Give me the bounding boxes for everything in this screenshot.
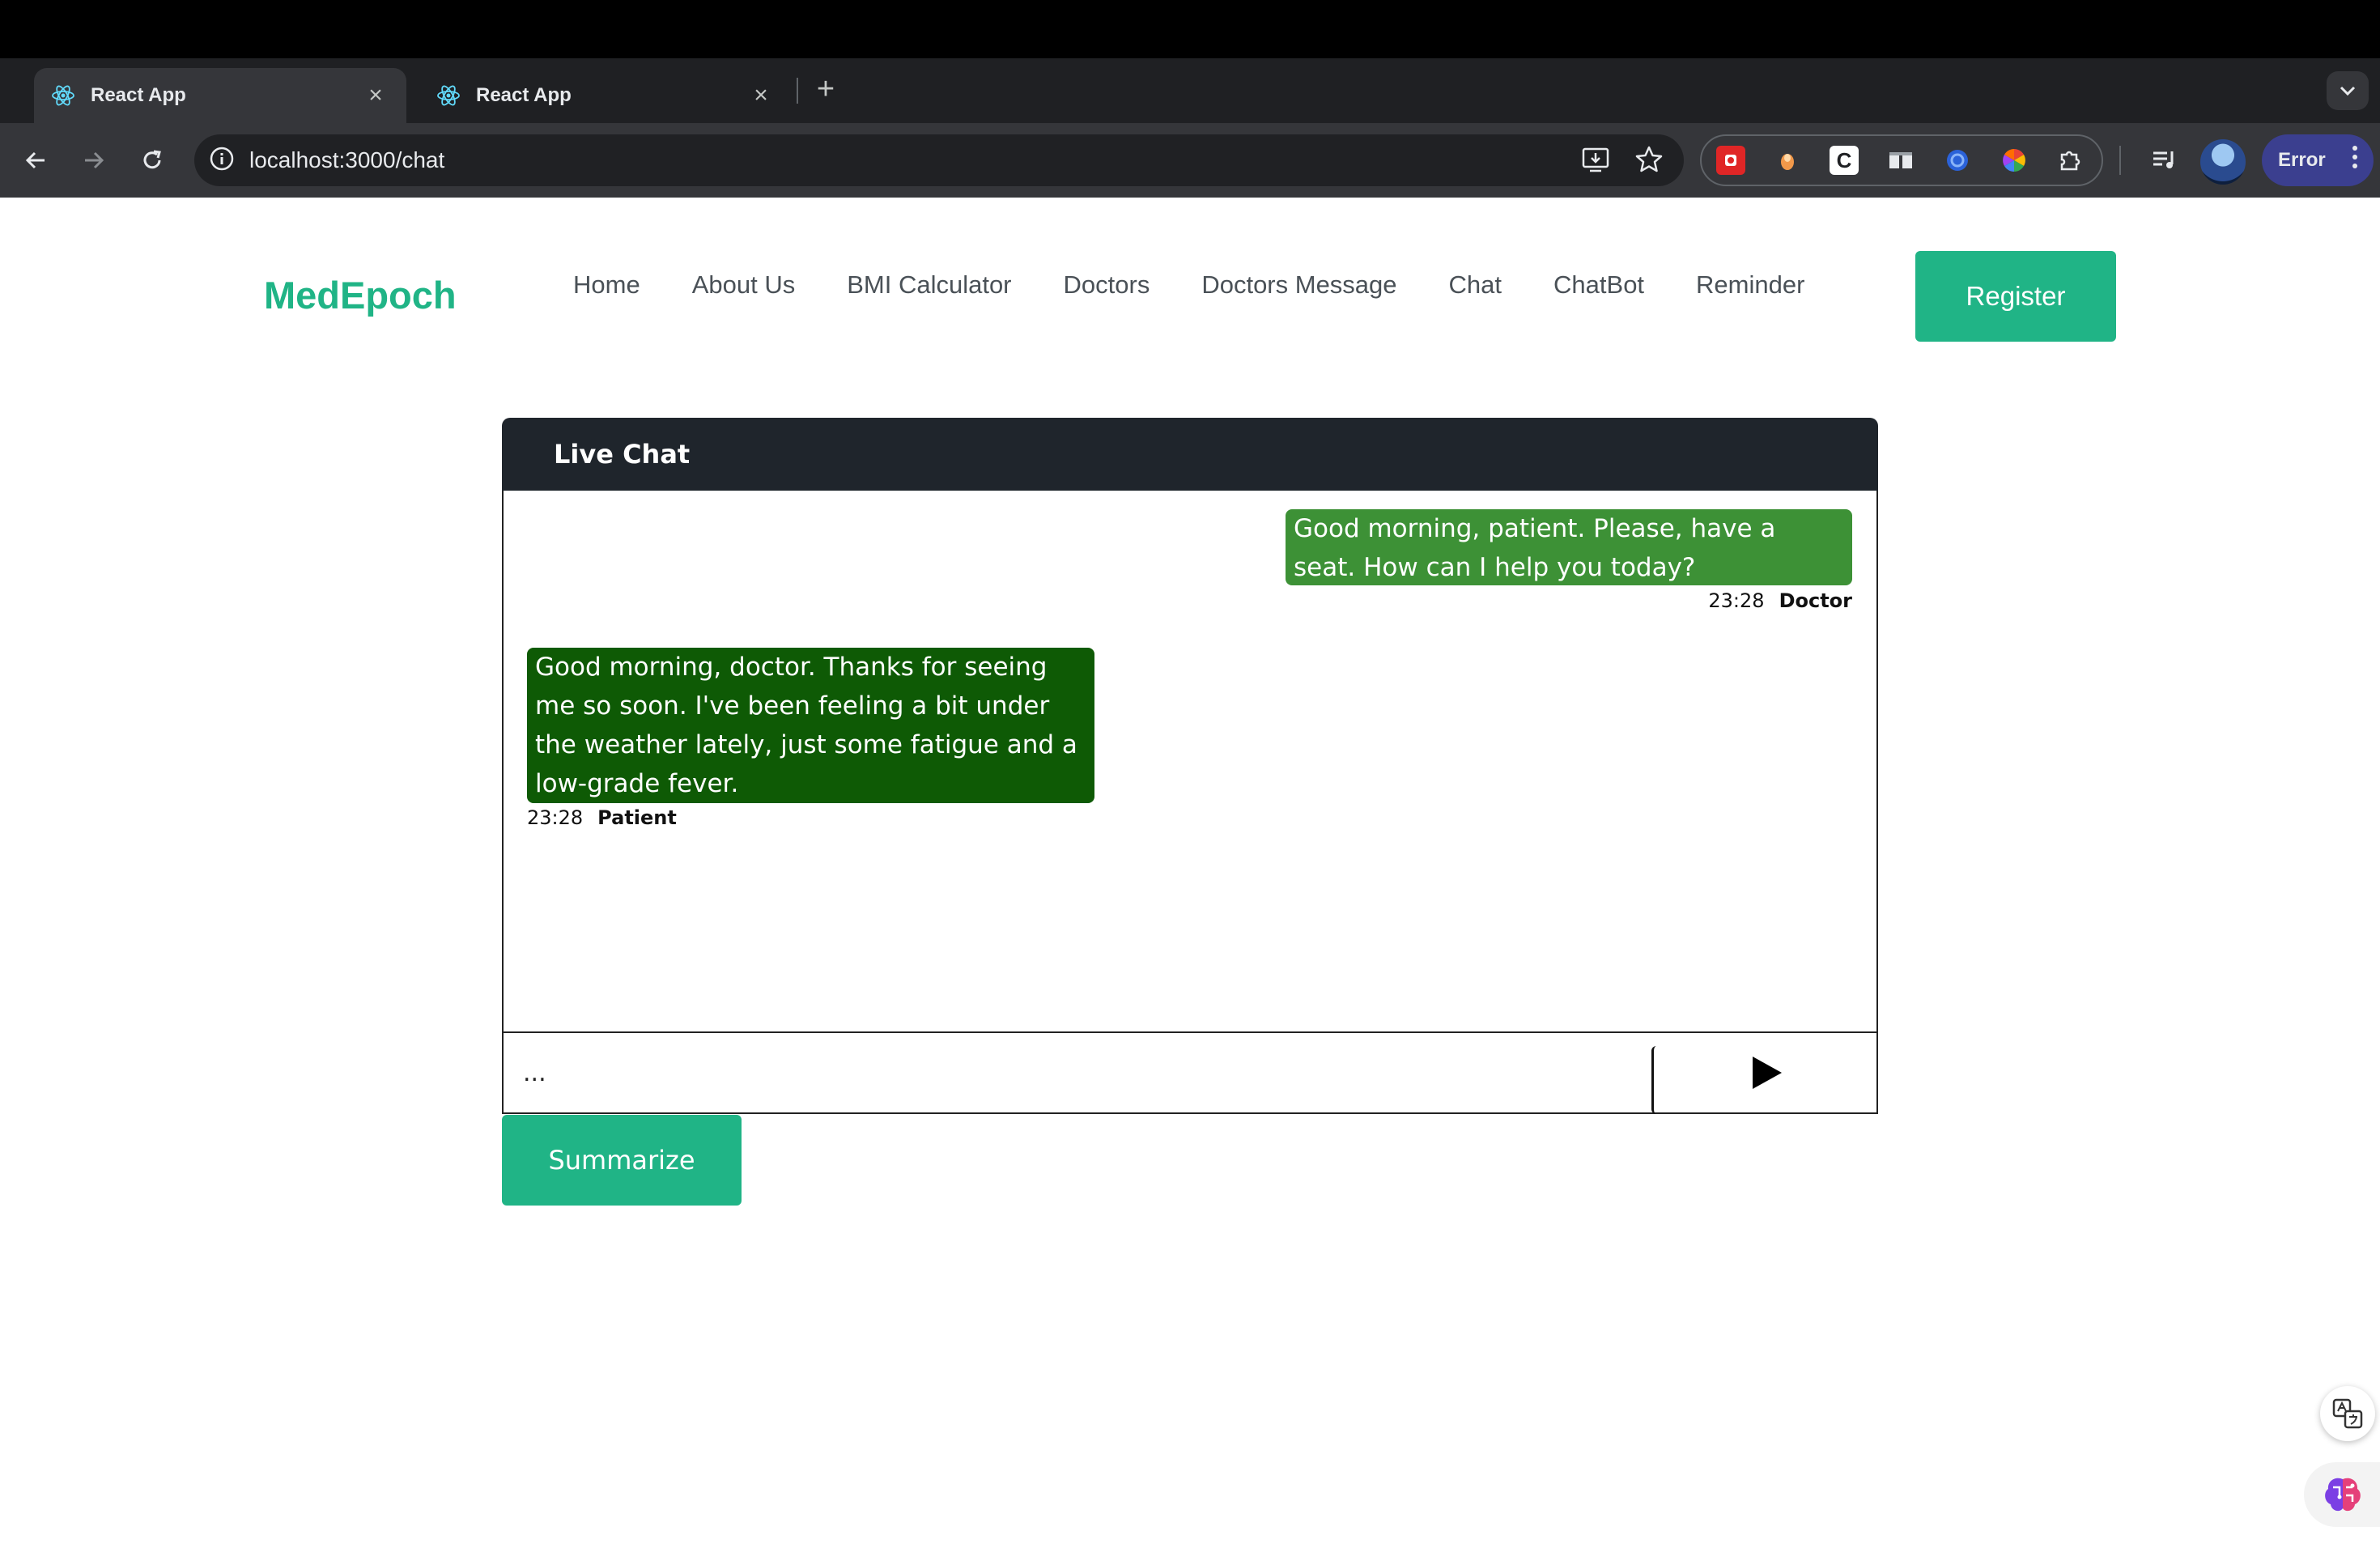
- register-button[interactable]: Register: [1915, 251, 2116, 342]
- forward-arrow-icon[interactable]: [74, 141, 113, 180]
- address-bar[interactable]: localhost:3000/chat: [194, 134, 1684, 186]
- react-icon: [434, 81, 463, 110]
- new-tab-icon[interactable]: +: [810, 72, 842, 106]
- profile-avatar[interactable]: [2200, 139, 2246, 185]
- message-input[interactable]: [504, 1033, 1651, 1112]
- record-extension-icon[interactable]: [1716, 146, 1745, 175]
- tab-title: React App: [91, 84, 186, 106]
- bookmark-star-icon[interactable]: [1634, 144, 1664, 179]
- react-icon: [49, 81, 78, 110]
- reader-extension-icon[interactable]: [1886, 146, 1915, 175]
- os-top-bar: [0, 0, 2380, 58]
- profile-error-label: Error: [2278, 149, 2326, 171]
- tab-close-icon[interactable]: ×: [361, 81, 390, 110]
- kebab-menu-icon[interactable]: [2352, 146, 2357, 168]
- browser-tab-2[interactable]: React App ×: [419, 68, 792, 123]
- chat-header: Live Chat: [502, 418, 1878, 491]
- honey-extension-icon[interactable]: [1773, 146, 1802, 175]
- c-extension-icon[interactable]: C: [1830, 146, 1859, 175]
- url-text: localhost:3000/chat: [249, 147, 445, 172]
- profile-error-button[interactable]: Error: [2262, 134, 2374, 186]
- translate-icon[interactable]: [2320, 1386, 2375, 1441]
- install-app-icon[interactable]: [1580, 144, 1611, 179]
- site-nav: Home About Us BMI Calculator Doctors Doc…: [573, 267, 1804, 303]
- browser-tab-1[interactable]: React App ×: [34, 68, 406, 123]
- message-time: 23:28: [1708, 589, 1765, 612]
- extensions-puzzle-icon[interactable]: [2056, 146, 2085, 175]
- nav-about-us[interactable]: About Us: [692, 270, 796, 300]
- doctor-message-bubble: Good morning, patient. Please, have a se…: [1286, 509, 1852, 585]
- nav-doctors-message[interactable]: Doctors Message: [1201, 270, 1396, 300]
- nav-chatbot[interactable]: ChatBot: [1553, 270, 1644, 300]
- site-logo[interactable]: MedEpoch: [264, 273, 457, 317]
- message-sender: Doctor: [1779, 589, 1852, 612]
- tab-search-chevron-icon[interactable]: [2327, 71, 2369, 110]
- patient-message-meta: 23:28 Patient: [527, 806, 677, 829]
- media-controls-icon[interactable]: [2145, 141, 2184, 180]
- extensions-group: C: [1700, 134, 2103, 186]
- send-button[interactable]: [1656, 1033, 1878, 1112]
- color-picker-extension-icon[interactable]: [2000, 146, 2029, 175]
- nav-reminder[interactable]: Reminder: [1696, 270, 1804, 300]
- nav-bmi-calculator[interactable]: BMI Calculator: [847, 270, 1011, 300]
- site-info-icon[interactable]: [209, 146, 235, 176]
- doctor-message-meta: 23:28 Doctor: [1708, 589, 1852, 612]
- back-arrow-icon[interactable]: [16, 141, 55, 180]
- message-sender: Patient: [597, 806, 677, 829]
- patient-message-bubble: Good morning, doctor. Thanks for seeing …: [527, 648, 1094, 803]
- tab-close-icon[interactable]: ×: [746, 81, 776, 110]
- play-triangle-icon: [1753, 1057, 1782, 1089]
- nav-home[interactable]: Home: [573, 270, 640, 300]
- chat-input-row: [502, 1031, 1878, 1114]
- target-extension-icon[interactable]: [1943, 146, 1972, 175]
- browser-toolbar: localhost:3000/chat C Error: [0, 123, 2380, 198]
- brain-icon[interactable]: [2304, 1462, 2380, 1527]
- browser-tabstrip: React App × React App ×: [0, 58, 2380, 123]
- message-time: 23:28: [527, 806, 584, 829]
- toolbar-separator: [2119, 146, 2121, 175]
- summarize-button[interactable]: Summarize: [502, 1115, 742, 1206]
- nav-doctors[interactable]: Doctors: [1064, 270, 1150, 300]
- reload-icon[interactable]: [133, 141, 172, 180]
- tab-title: React App: [476, 84, 572, 106]
- nav-chat[interactable]: Chat: [1449, 270, 1502, 300]
- tab-separator: [797, 78, 798, 104]
